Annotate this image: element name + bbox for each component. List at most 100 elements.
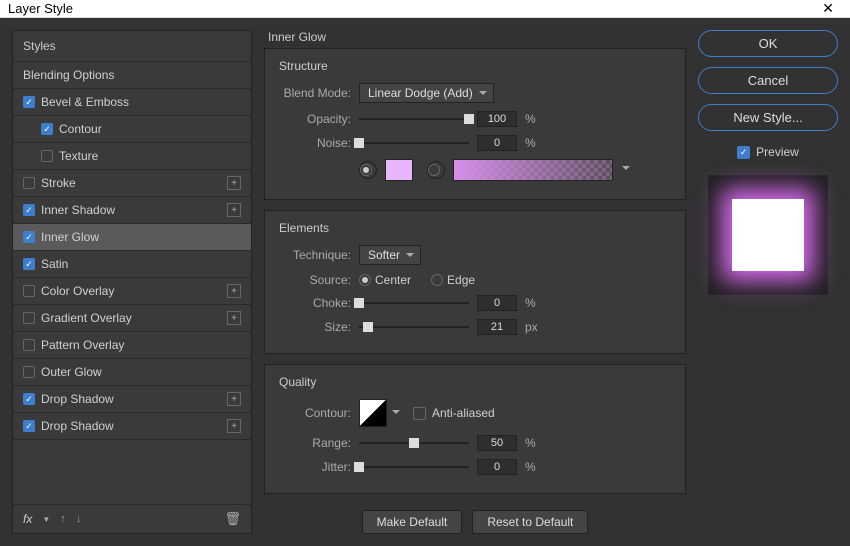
range-label: Range: (279, 436, 359, 450)
sidebar-item-label: Pattern Overlay (41, 338, 124, 352)
choke-field[interactable]: 0 (477, 295, 517, 311)
sidebar-item-inner-shadow[interactable]: ✓ Inner Shadow + (13, 197, 251, 224)
chevron-down-icon[interactable]: ▼ (42, 515, 50, 524)
checkbox-icon[interactable]: ✓ (23, 258, 35, 270)
checkbox-icon[interactable]: ✓ (23, 96, 35, 108)
noise-slider[interactable] (359, 136, 469, 150)
size-field[interactable]: 21 (477, 319, 517, 335)
sidebar-item-label: Drop Shadow (41, 392, 114, 406)
range-slider[interactable] (359, 436, 469, 450)
blendmode-dropdown[interactable]: Linear Dodge (Add) (359, 83, 494, 103)
plus-icon[interactable]: + (227, 392, 241, 406)
ok-button[interactable]: OK (698, 30, 838, 57)
plus-icon[interactable]: + (227, 311, 241, 325)
sidebar-item-outer-glow[interactable]: Outer Glow (13, 359, 251, 386)
sidebar-item-label: Satin (41, 257, 68, 271)
color-swatch[interactable] (385, 159, 413, 181)
sidebar-item-color-overlay[interactable]: Color Overlay+ (13, 278, 251, 305)
sidebar-item-bevel-emboss[interactable]: ✓ Bevel & Emboss (13, 89, 251, 116)
arrow-up-icon[interactable]: ↑ (60, 513, 66, 525)
noise-field[interactable]: 0 (477, 135, 517, 151)
checkbox-icon[interactable] (41, 150, 53, 162)
sidebar-item-drop-shadow[interactable]: ✓ Drop Shadow + (13, 413, 251, 440)
technique-dropdown[interactable]: Softer (359, 245, 421, 265)
sidebar-blending-options[interactable]: Blending Options (13, 62, 251, 89)
technique-label: Technique: (279, 248, 359, 262)
close-icon[interactable]: ✕ (814, 0, 842, 17)
sidebar-item-pattern-overlay[interactable]: Pattern Overlay (13, 332, 251, 359)
sidebar-header[interactable]: Styles (13, 31, 251, 62)
choke-label: Choke: (279, 296, 359, 310)
checkbox-icon[interactable]: ✓ (23, 204, 35, 216)
sidebar-item-label: Bevel & Emboss (41, 95, 129, 109)
checkbox-icon[interactable]: ✓ (41, 123, 53, 135)
styles-sidebar: Styles Blending Options ✓Bevel & Emboss✓… (12, 30, 252, 534)
gradient-picker[interactable] (453, 159, 613, 181)
jitter-field[interactable]: 0 (477, 459, 517, 475)
sidebar-item-gradient-overlay[interactable]: Gradient Overlay + (13, 305, 251, 332)
sidebar-item-label: Gradient Overlay (41, 311, 132, 325)
checkbox-icon[interactable] (23, 312, 35, 324)
sidebar-item-label: Inner Shadow (41, 203, 115, 217)
fx-icon[interactable]: fx (23, 512, 32, 526)
sidebar-item-drop-shadow[interactable]: ✓ Drop Shadow + (13, 386, 251, 413)
contour-picker[interactable] (359, 399, 387, 427)
plus-icon[interactable]: + (227, 176, 241, 190)
structure-header: Structure (279, 59, 671, 73)
sidebar-item-label: Drop Shadow (41, 419, 114, 433)
quality-header: Quality (279, 375, 671, 389)
blendmode-label: Blend Mode: (279, 86, 359, 100)
default-buttons: Make Default Reset to Default (264, 510, 686, 534)
opacity-slider[interactable] (359, 112, 469, 126)
layer-style-dialog: Layer Style ✕ Styles Blending Options ✓ B… (0, 0, 850, 538)
cancel-button[interactable]: Cancel (698, 67, 838, 94)
checkbox-icon[interactable] (23, 285, 35, 297)
structure-panel: Structure Blend Mode: Linear Dodge (Add)… (264, 48, 686, 200)
source-label: Source: (279, 273, 359, 287)
sidebar-footer: fx ▼ ↑ ↓ 🗑 (13, 504, 251, 533)
quality-panel: Quality Contour: Anti-aliased Range: 50 … (264, 364, 686, 494)
elements-header: Elements (279, 221, 671, 235)
plus-icon[interactable]: + (227, 284, 241, 298)
checkbox-icon[interactable] (23, 339, 35, 351)
source-center-radio[interactable] (359, 274, 371, 286)
checkbox-icon[interactable]: ✓ (23, 420, 35, 432)
jitter-label: Jitter: (279, 460, 359, 474)
checkbox-icon[interactable]: ✓ (23, 393, 35, 405)
sidebar-item-label: Contour (59, 122, 102, 136)
sidebar-item-stroke[interactable]: Stroke + (13, 170, 251, 197)
sidebar-item-label: Outer Glow (41, 365, 102, 379)
sidebar-item-satin[interactable]: ✓ Satin (13, 251, 251, 278)
preview-checkbox[interactable]: ✓ (737, 146, 750, 159)
range-field[interactable]: 50 (477, 435, 517, 451)
color-radio[interactable] (359, 161, 377, 179)
sidebar-item-inner-glow[interactable]: ✓Inner Glow (13, 224, 251, 251)
plus-icon[interactable]: + (227, 419, 241, 433)
antialiased-checkbox[interactable] (413, 407, 426, 420)
window-title: Layer Style (8, 1, 814, 16)
sidebar-item-label: Stroke (41, 176, 76, 190)
trash-icon[interactable]: 🗑 (224, 511, 241, 527)
preview-label[interactable]: Preview (756, 145, 799, 159)
opacity-field[interactable]: 100 (477, 111, 517, 127)
reset-default-button[interactable]: Reset to Default (472, 510, 588, 534)
preview-box (708, 175, 828, 295)
elements-panel: Elements Technique: Softer Source: Cente… (264, 210, 686, 354)
main-panel: Inner Glow Structure Blend Mode: Linear … (264, 30, 686, 534)
arrow-down-icon[interactable]: ↓ (76, 513, 82, 525)
checkbox-icon[interactable] (23, 366, 35, 378)
checkbox-icon[interactable] (23, 177, 35, 189)
contour-label: Contour: (279, 406, 359, 420)
gradient-radio[interactable] (427, 161, 445, 179)
plus-icon[interactable]: + (227, 203, 241, 217)
make-default-button[interactable]: Make Default (362, 510, 463, 534)
sidebar-item-texture[interactable]: Texture (13, 143, 251, 170)
choke-slider[interactable] (359, 296, 469, 310)
checkbox-icon[interactable]: ✓ (23, 231, 35, 243)
sidebar-item-contour[interactable]: ✓ Contour (13, 116, 251, 143)
effect-title: Inner Glow (264, 30, 686, 44)
jitter-slider[interactable] (359, 460, 469, 474)
size-slider[interactable] (359, 320, 469, 334)
source-edge-radio[interactable] (431, 274, 443, 286)
new-style-button[interactable]: New Style... (698, 104, 838, 131)
